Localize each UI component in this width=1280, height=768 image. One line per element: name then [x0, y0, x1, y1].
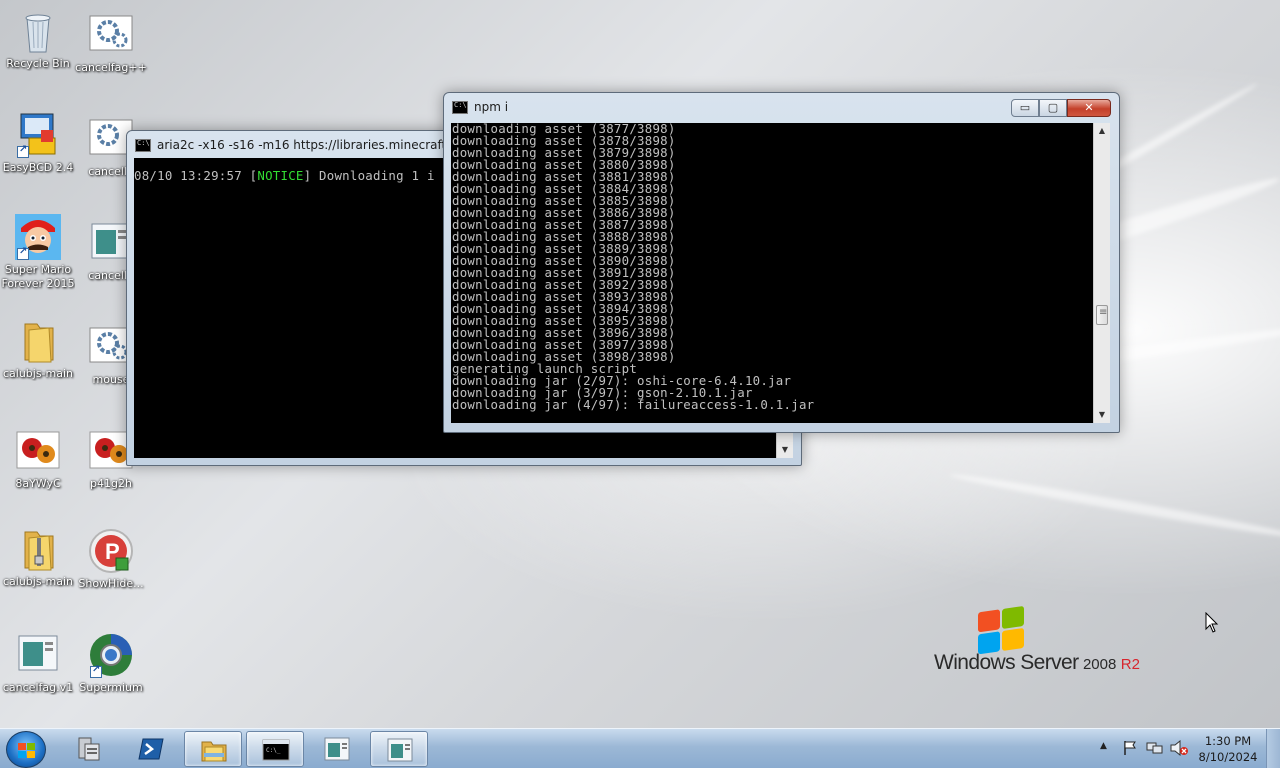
desktop-icon-label: EasyBCD 2.4: [2, 161, 74, 174]
minimize-button[interactable]: ▭: [1011, 99, 1039, 117]
close-button[interactable]: ✕: [1067, 99, 1111, 117]
scroll-down-arrow-icon[interactable]: ▼: [777, 442, 793, 458]
desktop-icon-label: cancelfag.v1: [2, 681, 74, 694]
volume-muted-icon[interactable]: [1170, 739, 1188, 760]
recycle-bin-icon: [15, 8, 61, 54]
npm-scrollbar[interactable]: ▲ ▼: [1093, 123, 1110, 423]
desktop-icon-cancelfag-pp[interactable]: cancelfag++: [71, 12, 151, 75]
wallpaper-streak: [949, 470, 1280, 543]
explorer-folder-icon: [200, 737, 228, 762]
desktop-icon-super-mario[interactable]: Super Mario Forever 2015: [0, 214, 78, 291]
window-app-icon: [323, 736, 351, 761]
taskbar-explorer[interactable]: [184, 731, 242, 767]
console-line: downloading jar (4/97): failureaccess-1.…: [452, 397, 815, 412]
scroll-down-arrow-icon[interactable]: ▼: [1094, 407, 1110, 423]
npm-titlebar[interactable]: npm i ▭ ▢ ✕: [444, 93, 1119, 121]
taskbar-window-app-1[interactable]: [308, 731, 366, 767]
taskbar-powershell[interactable]: [122, 731, 180, 767]
settings-file-icon: [88, 12, 134, 58]
supermium-icon: [88, 632, 134, 678]
showhide-icon: P: [88, 528, 134, 574]
desktop-icon-label: Supermium: [79, 681, 143, 694]
system-clock[interactable]: 1:30 PM 8/10/2024: [1188, 733, 1268, 765]
caption-buttons: ▭ ▢ ✕: [1011, 99, 1111, 117]
powershell-icon: [137, 736, 165, 760]
desktop-icon-label: 8aYWyC: [15, 477, 61, 490]
easybcd-icon: [15, 112, 61, 158]
logo-windows-server: Windows Server: [934, 651, 1079, 674]
taskbar-window-app-2[interactable]: [370, 731, 428, 767]
desktop-icon-cancelfag-v1[interactable]: cancelfag.v1: [0, 632, 78, 695]
server-manager-icon: [75, 736, 103, 761]
npm-console-window[interactable]: npm i ▭ ▢ ✕ downloading asset (3877/3898…: [443, 92, 1120, 433]
mouse-cursor-icon: [1205, 611, 1219, 638]
desktop-icon-easybcd[interactable]: EasyBCD 2.4: [0, 112, 78, 175]
logo-release: R2: [1120, 656, 1140, 673]
window-file-icon: [15, 632, 61, 678]
desktop-icon-label: calubjs-main: [2, 367, 74, 380]
desktop-icon-label: Recycle Bin: [6, 57, 70, 70]
notice-tag: NOTICE: [257, 168, 304, 183]
desktop-icon-label: calubjs-main: [2, 575, 74, 588]
clock-date: 8/10/2024: [1198, 750, 1258, 764]
taskbar-server-manager[interactable]: [60, 731, 118, 767]
zip-folder-icon: [15, 526, 61, 572]
show-desktop-button[interactable]: [1266, 729, 1280, 768]
mario-icon: [15, 214, 61, 260]
desktop-icon-label: p41g2h: [90, 477, 132, 490]
desktop-icon-label: cancelfag++: [75, 61, 147, 74]
maximize-button[interactable]: ▢: [1039, 99, 1067, 117]
cmd-icon: C:\_: [262, 737, 290, 761]
desktop-icon-supermium[interactable]: Supermium: [71, 632, 151, 695]
window-title: aria2c -x16 -s16 -m16 https://libraries.…: [157, 138, 457, 152]
taskbar: C:\_ ▲ 1:30 PM 8/10/2024: [0, 728, 1280, 768]
windows-flag-icon: [978, 605, 1026, 657]
desktop-icon-8aywyc[interactable]: 8aYWyC: [0, 428, 78, 491]
window-title: npm i: [474, 100, 509, 114]
action-center-flag-icon[interactable]: [1122, 740, 1138, 760]
clock-time: 1:30 PM: [1204, 734, 1252, 748]
console-icon: [452, 100, 468, 114]
scroll-thumb[interactable]: [1096, 305, 1108, 325]
scroll-up-arrow-icon[interactable]: ▲: [1094, 123, 1110, 139]
desktop-icon-calubjs-folder[interactable]: calubjs-main: [0, 318, 78, 381]
windows-logo-icon: [18, 743, 36, 759]
desktop-icon-label: ShowHide...: [78, 577, 144, 590]
network-icon[interactable]: [1146, 740, 1164, 760]
desktop-icon-calubjs-zip[interactable]: calubjs-main: [0, 526, 78, 589]
folder-icon: [15, 318, 61, 364]
console-line-date: 08/10 13:29:57 [: [134, 168, 258, 183]
desktop-icon-recycle-bin[interactable]: Recycle Bin: [0, 8, 78, 71]
console-line-rest: ] Downloading 1 i: [303, 168, 435, 183]
console-icon: [135, 138, 151, 152]
taskbar-cmd[interactable]: C:\_: [246, 731, 304, 767]
desktop-icon-showhide[interactable]: P ShowHide...: [71, 528, 151, 591]
logo-version: 2008: [1082, 656, 1117, 673]
window-app-icon: [386, 737, 414, 762]
start-button[interactable]: [6, 731, 46, 768]
npm-console-output[interactable]: downloading asset (3877/3898) downloading…: [451, 123, 1093, 423]
show-hidden-icons-chevron-icon[interactable]: ▲: [1100, 741, 1107, 751]
svg-text:C:\_: C:\_: [266, 747, 281, 754]
flower-image-icon: [15, 428, 61, 474]
desktop-icon-label: Super Mario Forever 2015: [1, 263, 75, 290]
